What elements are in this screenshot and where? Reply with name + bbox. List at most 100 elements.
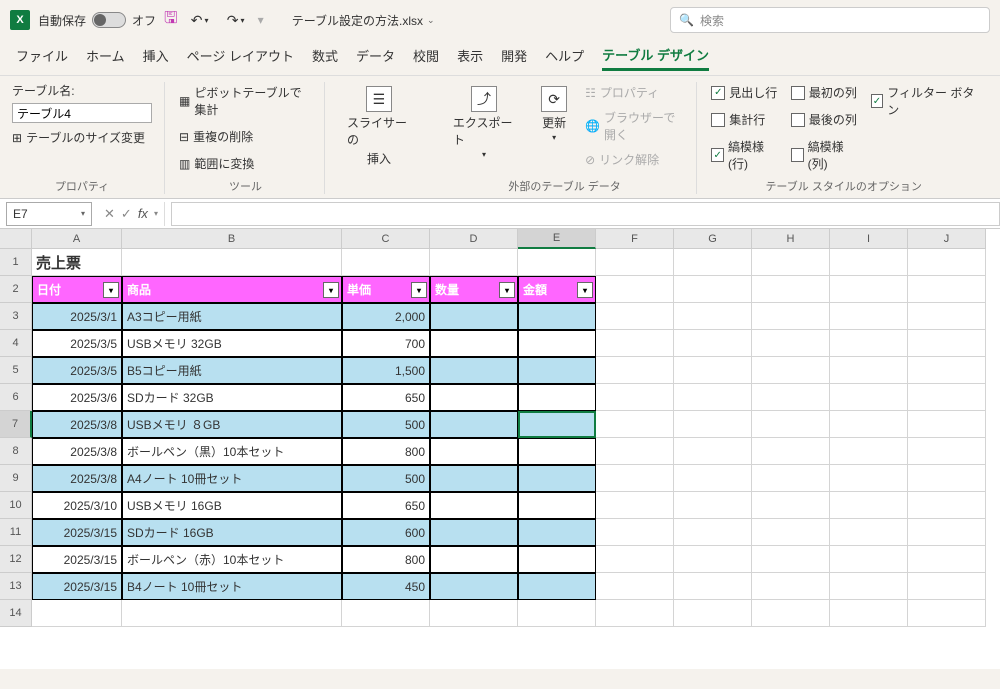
cell[interactable]: ボールペン（赤）10本セット — [122, 546, 342, 573]
remove-duplicates-button[interactable]: ⊟重複の削除 — [179, 126, 253, 147]
cell[interactable] — [596, 330, 674, 357]
cell[interactable] — [674, 519, 752, 546]
cell[interactable] — [908, 411, 986, 438]
cell[interactable] — [674, 465, 752, 492]
spreadsheet-grid[interactable]: A B C D E F G H I J 1234567891011121314 … — [0, 229, 1000, 669]
cell[interactable] — [122, 600, 342, 627]
undo-button[interactable]: ↶ ▾ — [186, 12, 214, 29]
cell[interactable] — [596, 465, 674, 492]
cell[interactable] — [752, 357, 830, 384]
row-header-3[interactable]: 3 — [0, 303, 32, 330]
cell[interactable] — [752, 330, 830, 357]
cell[interactable]: A3コピー用紙 — [122, 303, 342, 330]
filter-button[interactable]: ▾ — [577, 282, 593, 298]
tab-insert[interactable]: 挿入 — [143, 46, 169, 69]
cell[interactable] — [752, 303, 830, 330]
row-header-8[interactable]: 8 — [0, 438, 32, 465]
cell[interactable] — [908, 465, 986, 492]
autosave-toggle[interactable]: 自動保存 オフ — [38, 12, 156, 29]
col-header-C[interactable]: C — [342, 229, 430, 249]
cell[interactable] — [674, 249, 752, 276]
table-header-1[interactable]: 商品▾ — [122, 276, 342, 303]
last-col-checkbox[interactable]: 最後の列 — [791, 109, 861, 130]
cell[interactable] — [518, 384, 596, 411]
col-header-D[interactable]: D — [430, 229, 518, 249]
cell[interactable] — [752, 465, 830, 492]
filter-button[interactable]: ▾ — [323, 282, 339, 298]
cell[interactable]: USBメモリ 32GB — [122, 330, 342, 357]
tab-table-design[interactable]: テーブル デザイン — [602, 45, 709, 71]
formula-input[interactable] — [171, 202, 1000, 226]
cell[interactable] — [752, 249, 830, 276]
cell[interactable] — [596, 546, 674, 573]
tab-home[interactable]: ホーム — [86, 46, 125, 69]
cell[interactable] — [830, 600, 908, 627]
col-header-I[interactable]: I — [830, 229, 908, 249]
cell[interactable]: 2025/3/8 — [32, 438, 122, 465]
cell[interactable] — [908, 384, 986, 411]
cell[interactable] — [518, 438, 596, 465]
cell[interactable] — [908, 276, 986, 303]
cell[interactable] — [908, 492, 986, 519]
cell[interactable] — [908, 546, 986, 573]
cell[interactable]: 2025/3/6 — [32, 384, 122, 411]
cell[interactable] — [908, 600, 986, 627]
cell[interactable] — [430, 519, 518, 546]
row-header-4[interactable]: 4 — [0, 330, 32, 357]
filter-button[interactable]: ▾ — [499, 282, 515, 298]
col-header-J[interactable]: J — [908, 229, 986, 249]
row-header-2[interactable]: 2 — [0, 276, 32, 303]
row-header-14[interactable]: 14 — [0, 600, 32, 627]
cell[interactable] — [830, 411, 908, 438]
cell[interactable] — [752, 384, 830, 411]
row-header-13[interactable]: 13 — [0, 573, 32, 600]
cell[interactable] — [518, 357, 596, 384]
cell[interactable] — [908, 330, 986, 357]
row-header-6[interactable]: 6 — [0, 384, 32, 411]
filter-button[interactable]: ▾ — [103, 282, 119, 298]
search-input[interactable]: 🔍 検索 — [670, 7, 990, 33]
cell[interactable] — [518, 330, 596, 357]
table-name-input[interactable] — [12, 103, 152, 123]
cell[interactable] — [32, 600, 122, 627]
table-header-2[interactable]: 単価▾ — [342, 276, 430, 303]
fx-icon[interactable]: fx — [138, 206, 148, 221]
cell[interactable] — [596, 249, 674, 276]
filter-button-checkbox[interactable]: ✓フィルター ボタン — [871, 82, 976, 120]
cell[interactable] — [596, 600, 674, 627]
cell[interactable] — [908, 357, 986, 384]
cell[interactable]: 800 — [342, 546, 430, 573]
refresh-button[interactable]: ⟳ 更新 ▾ — [533, 82, 575, 146]
banded-cols-checkbox[interactable]: 縞模様 (列) — [791, 136, 861, 174]
cell[interactable] — [752, 519, 830, 546]
col-header-F[interactable]: F — [596, 229, 674, 249]
tab-view[interactable]: 表示 — [457, 46, 483, 69]
cell[interactable] — [518, 519, 596, 546]
cell[interactable] — [430, 303, 518, 330]
toggle-switch[interactable] — [92, 12, 126, 28]
cell[interactable] — [674, 546, 752, 573]
cell[interactable] — [830, 573, 908, 600]
col-header-A[interactable]: A — [32, 229, 122, 249]
cell[interactable] — [674, 303, 752, 330]
table-header-4[interactable]: 金額▾ — [518, 276, 596, 303]
cell[interactable]: 2025/3/5 — [32, 330, 122, 357]
row-header-7[interactable]: 7 — [0, 411, 32, 438]
cell[interactable] — [518, 303, 596, 330]
cell[interactable] — [908, 303, 986, 330]
cell[interactable] — [430, 357, 518, 384]
row-header-12[interactable]: 12 — [0, 546, 32, 573]
tab-developer[interactable]: 開発 — [501, 46, 527, 69]
cell[interactable]: SDカード 16GB — [122, 519, 342, 546]
cell[interactable] — [674, 330, 752, 357]
cell[interactable] — [830, 303, 908, 330]
cell[interactable] — [674, 600, 752, 627]
cell[interactable]: B5コピー用紙 — [122, 357, 342, 384]
cell[interactable] — [830, 438, 908, 465]
accept-icon[interactable]: ✓ — [121, 206, 132, 222]
cell[interactable] — [674, 276, 752, 303]
cell[interactable]: 2025/3/1 — [32, 303, 122, 330]
cell[interactable] — [752, 411, 830, 438]
cell[interactable] — [596, 384, 674, 411]
cell[interactable] — [596, 357, 674, 384]
